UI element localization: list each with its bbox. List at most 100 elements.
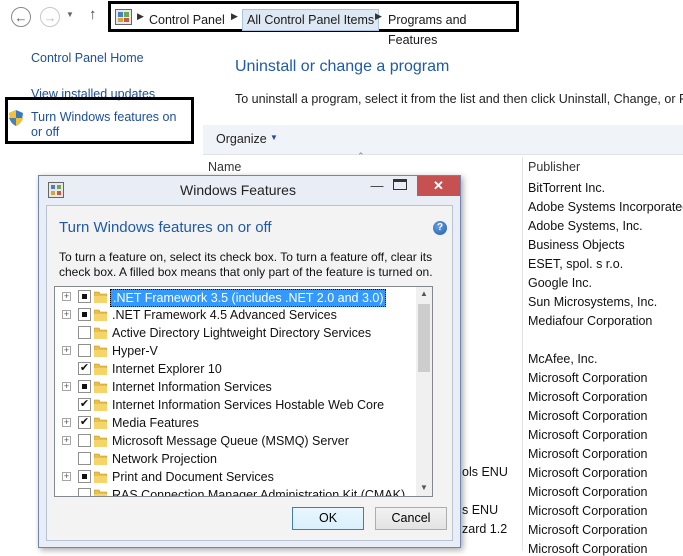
sort-arrow-icon: ⌃	[357, 151, 365, 161]
publisher-cell[interactable]: Microsoft Corporation	[528, 371, 648, 385]
address-bar[interactable]: ▶ Control Panel ▶ All Control Panel Item…	[108, 1, 519, 47]
scroll-up-icon[interactable]: ▲	[420, 289, 428, 298]
scroll-thumb[interactable]	[418, 304, 430, 372]
dialog-titlebar[interactable]: Windows Features — ✕	[39, 176, 460, 205]
feature-checkbox[interactable]	[78, 344, 91, 357]
feature-row[interactable]: + ✔ Media Features	[55, 414, 431, 432]
column-header-name[interactable]: Name	[208, 157, 241, 177]
feature-label: Print and Document Services	[112, 470, 274, 484]
breadcrumb-control-panel[interactable]: Control Panel	[149, 10, 225, 30]
folder-icon	[94, 381, 107, 393]
breadcrumb-separator: ▶	[137, 11, 144, 21]
expand-icon[interactable]: +	[62, 472, 71, 481]
feature-checkbox[interactable]	[78, 290, 91, 303]
column-divider	[522, 157, 523, 551]
publisher-cell[interactable]: McAfee, Inc.	[528, 352, 597, 366]
expand-icon[interactable]: +	[62, 418, 71, 427]
breadcrumb-programs-features[interactable]: Programs and Features	[388, 10, 516, 47]
expand-icon[interactable]: +	[62, 346, 71, 355]
feature-checkbox[interactable]	[78, 488, 91, 496]
feature-row[interactable]: Active Directory Lightweight Directory S…	[55, 324, 431, 342]
feature-label: Internet Explorer 10	[112, 362, 222, 376]
publisher-cell[interactable]: Microsoft Corporation	[528, 428, 648, 442]
expand-icon[interactable]: +	[62, 382, 71, 391]
feature-tree[interactable]: + .NET Framework 3.5 (includes .NET 2.0 a…	[54, 286, 432, 497]
control-panel-home-link[interactable]: Control Panel Home	[31, 51, 144, 65]
feature-checkbox[interactable]	[78, 434, 91, 447]
folder-icon	[94, 471, 107, 483]
help-icon[interactable]: ?	[433, 221, 447, 235]
publisher-cell[interactable]: Google Inc.	[528, 276, 592, 290]
dialog-description: To turn a feature on, select its check b…	[59, 250, 433, 280]
maximize-icon[interactable]	[393, 179, 407, 190]
feature-row[interactable]: ✔ Internet Explorer 10	[55, 360, 431, 378]
minimize-icon[interactable]: —	[366, 178, 388, 193]
publisher-cell[interactable]: Microsoft Corporation	[528, 390, 648, 404]
up-arrow-icon[interactable]: ↑	[89, 6, 97, 23]
publisher-cell[interactable]: Microsoft Corporation	[528, 485, 648, 499]
program-name-fragment[interactable]: zard 1.2	[462, 522, 507, 536]
folder-icon	[94, 309, 107, 321]
expand-icon[interactable]: +	[62, 292, 71, 301]
feature-checkbox[interactable]	[78, 380, 91, 393]
breadcrumb-all-items[interactable]: All Control Panel Items	[242, 9, 380, 31]
feature-label: .NET Framework 4.5 Advanced Services	[112, 308, 337, 322]
feature-label: Active Directory Lightweight Directory S…	[112, 326, 372, 340]
feature-checkbox[interactable]	[78, 452, 91, 465]
feature-row[interactable]: + Internet Information Services	[55, 378, 431, 396]
turn-windows-features-link[interactable]: Turn Windows features on or off	[31, 110, 191, 140]
ok-button[interactable]: OK	[292, 507, 364, 530]
folder-icon	[94, 327, 107, 339]
feature-row[interactable]: Network Projection	[55, 450, 431, 468]
publisher-cell[interactable]: Sun Microsystems, Inc.	[528, 295, 657, 309]
feature-checkbox[interactable]	[78, 470, 91, 483]
feature-row[interactable]: + Print and Document Services	[55, 468, 431, 486]
folder-icon	[94, 489, 107, 496]
publisher-cell[interactable]: Mediafour Corporation	[528, 314, 652, 328]
feature-checkbox[interactable]: ✔	[78, 398, 91, 411]
organize-button[interactable]: Organize	[216, 132, 267, 146]
chevron-down-icon[interactable]: ▼	[270, 133, 278, 142]
feature-checkbox[interactable]	[78, 308, 91, 321]
publisher-cell[interactable]: Microsoft Corporation	[528, 409, 648, 423]
publisher-cell[interactable]: BitTorrent Inc.	[528, 181, 605, 195]
expand-icon[interactable]: +	[62, 310, 71, 319]
program-name-fragment[interactable]: s ENU	[462, 503, 498, 517]
program-name-fragment[interactable]: ols ENU	[462, 465, 508, 479]
column-header-publisher[interactable]: Publisher	[528, 157, 580, 177]
publisher-cell[interactable]: Microsoft Corporation	[528, 504, 648, 518]
publisher-cell[interactable]: Adobe Systems, Inc.	[528, 219, 643, 233]
feature-checkbox[interactable]: ✔	[78, 416, 91, 429]
scroll-down-icon[interactable]: ▼	[420, 483, 428, 492]
feature-row[interactable]: ✔ Internet Information Services Hostable …	[55, 396, 431, 414]
feature-row[interactable]: + .NET Framework 4.5 Advanced Services	[55, 306, 431, 324]
feature-row[interactable]: + Hyper-V	[55, 342, 431, 360]
publisher-cell[interactable]: Microsoft Corporation	[528, 466, 648, 480]
feature-label: Microsoft Message Queue (MSMQ) Server	[112, 434, 349, 448]
publisher-cell[interactable]: Microsoft Corporation	[528, 542, 648, 556]
feature-label: Internet Information Services Hostable W…	[112, 398, 385, 412]
back-arrow-icon[interactable]: ←	[11, 7, 31, 27]
feature-checkbox[interactable]	[78, 326, 91, 339]
feature-row[interactable]: + .NET Framework 3.5 (includes .NET 2.0 a…	[55, 288, 431, 307]
vertical-scrollbar[interactable]: ▲ ▼	[416, 286, 433, 497]
publisher-cell[interactable]: Microsoft Corporation	[528, 447, 648, 461]
expand-icon[interactable]: +	[62, 436, 71, 445]
publisher-cell[interactable]: ESET, spol. s r.o.	[528, 257, 623, 271]
forward-arrow-icon[interactable]: →	[40, 7, 60, 27]
publisher-cell[interactable]: Business Objects	[528, 238, 625, 252]
cancel-button[interactable]: Cancel	[375, 507, 447, 530]
chevron-down-icon[interactable]: ▼	[66, 10, 74, 19]
feature-checkbox[interactable]: ✔	[78, 362, 91, 375]
page-title: Uninstall or change a program	[235, 58, 450, 75]
close-icon[interactable]: ✕	[417, 176, 460, 196]
publisher-cell[interactable]: Microsoft Corporation	[528, 523, 648, 537]
feature-label: Media Features	[112, 416, 199, 430]
feature-label: Hyper-V	[112, 344, 158, 358]
publisher-cell[interactable]: Adobe Systems Incorporated	[528, 200, 683, 214]
breadcrumb-separator: ▶	[231, 11, 238, 21]
folder-icon	[94, 345, 107, 357]
feature-row[interactable]: + Microsoft Message Queue (MSMQ) Server	[55, 432, 431, 450]
feature-row[interactable]: RAS Connection Manager Administration Ki…	[55, 486, 431, 496]
dialog-description-line: check box. A filled box means that only …	[59, 265, 433, 279]
